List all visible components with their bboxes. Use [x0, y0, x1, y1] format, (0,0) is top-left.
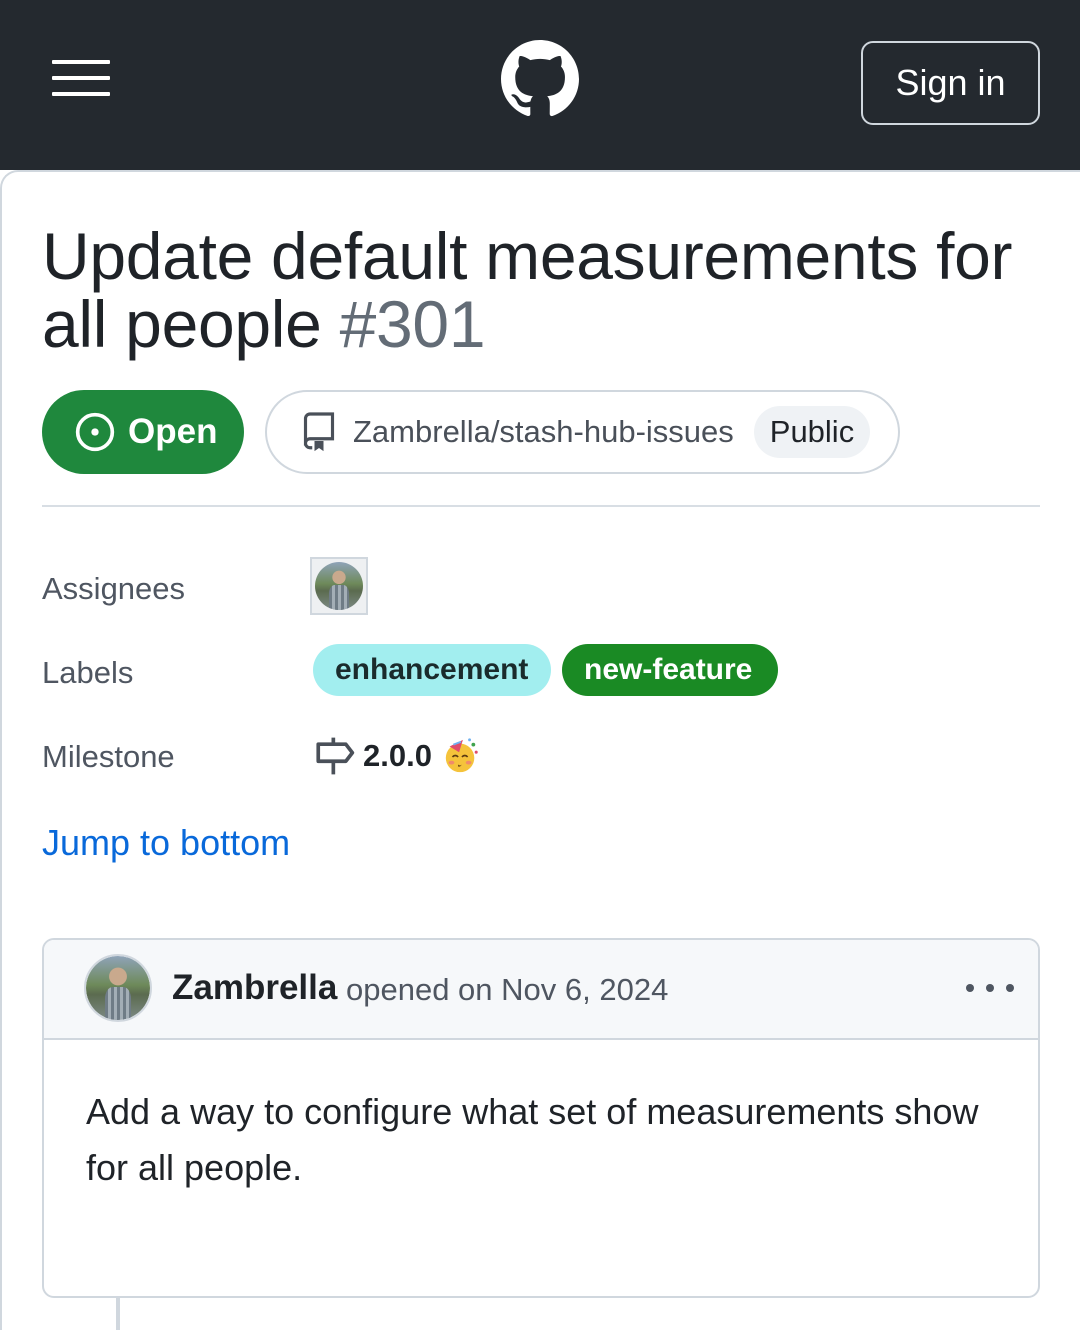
- repo-pill[interactable]: Zambrella/stash-hub-issues Public: [265, 390, 900, 474]
- milestone-name: 2.0.0: [363, 738, 432, 773]
- visibility-badge: Public: [753, 406, 871, 458]
- repo-name: Zambrella/stash-hub-issues: [353, 414, 734, 449]
- issue-opened-icon: [75, 412, 115, 452]
- avatar: [86, 956, 150, 1020]
- label-new-feature[interactable]: new-feature: [562, 644, 778, 696]
- repo-icon: [303, 412, 335, 452]
- issue-title: Update default measurements for all peop…: [42, 222, 1032, 358]
- issue-comment: Zambrella opened on Nov 6, 2024 Add a wa…: [42, 938, 1040, 1298]
- timeline-line: [116, 1298, 120, 1330]
- assignee-avatar[interactable]: [310, 557, 368, 615]
- issue-number: #301: [339, 287, 486, 361]
- comment-body: Add a way to configure what set of measu…: [86, 1091, 979, 1188]
- partying-face-emoji: [445, 738, 478, 773]
- header-divider: [42, 505, 1040, 507]
- sign-in-button[interactable]: Sign in: [861, 41, 1040, 125]
- labels-label: Labels: [42, 655, 134, 690]
- comment-timestamp[interactable]: opened on Nov 6, 2024: [346, 972, 668, 1008]
- github-mark-icon[interactable]: [500, 40, 580, 118]
- comment-header: Zambrella opened on Nov 6, 2024: [44, 940, 1038, 1040]
- issue-title-text: Update default measurements for all peop…: [42, 219, 1013, 361]
- kebab-horizontal-icon[interactable]: [966, 978, 1014, 998]
- issue-state-badge: Open: [42, 390, 244, 474]
- comment-author-avatar[interactable]: [84, 954, 152, 1022]
- issue-state-label: Open: [128, 412, 218, 451]
- milestone-link[interactable]: 2.0.0: [313, 732, 480, 780]
- comment-author[interactable]: Zambrella: [172, 968, 337, 1008]
- label-enhancement[interactable]: enhancement: [313, 644, 551, 696]
- top-header: Sign in: [0, 0, 1080, 170]
- avatar: [315, 562, 363, 610]
- hamburger-icon[interactable]: [52, 60, 110, 96]
- jump-to-bottom-link[interactable]: Jump to bottom: [42, 822, 290, 864]
- milestone-label: Milestone: [42, 739, 175, 774]
- milestone-icon: [316, 737, 355, 775]
- assignees-label: Assignees: [42, 571, 186, 606]
